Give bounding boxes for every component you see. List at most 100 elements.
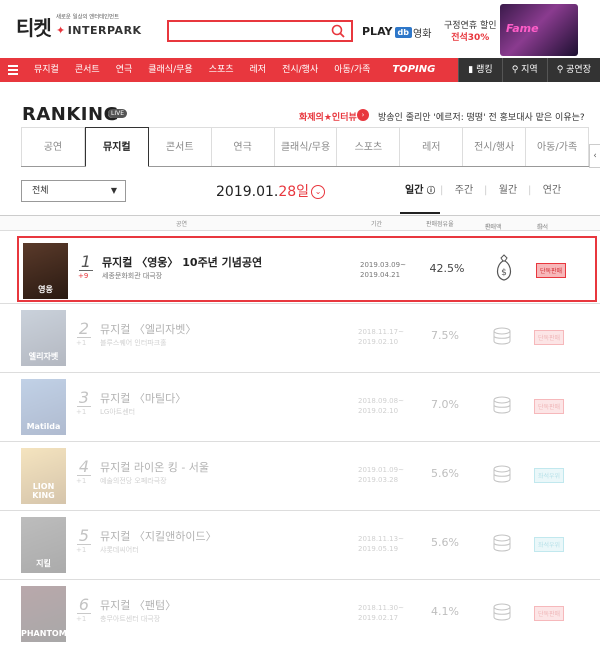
logo-text: 티켓 <box>16 16 52 40</box>
movie-link[interactable]: 영화 <box>413 25 431 40</box>
rank-underline <box>77 544 91 545</box>
nav-venue[interactable]: ⚲ 공연장 <box>546 58 600 82</box>
nav-item-sports[interactable]: 스포츠 <box>201 58 242 82</box>
search-icon[interactable] <box>331 24 345 38</box>
period-tab-yearly[interactable]: 연간 <box>528 182 574 214</box>
col-period: 기간 <box>371 221 383 228</box>
show-poster[interactable]: PHANTOM <box>21 586 66 642</box>
chevron-down-icon[interactable]: ⌄ <box>311 185 326 199</box>
info-icon: ⓘ <box>426 186 435 195</box>
show-period: 2018.11.17~ 2019.02.10 <box>358 328 404 346</box>
table-row[interactable]: 지킬 5 +1 뮤지컬 〈지킬앤하이드〉 샤롯데씨어터 2018.11.13~ 2019.0… <box>17 512 597 578</box>
tab-classic[interactable]: 클래식/무용 <box>274 127 338 166</box>
sales-share: 5.6% <box>431 536 459 549</box>
venue-name: 세종문화회관 대극장 <box>102 272 163 280</box>
venue-name: 예술의전당 오페라극장 <box>100 477 167 485</box>
show-period: 2018.09.08~ 2019.02.10 <box>358 397 404 415</box>
tab-performance[interactable]: 공연 <box>21 127 85 166</box>
dropdown-arrow-icon: ▼ <box>110 186 117 195</box>
show-poster[interactable]: 영웅 <box>23 243 68 299</box>
col-show: 공연 <box>176 221 188 228</box>
show-title[interactable]: 뮤지컬 〈팬텀〉 <box>100 597 176 613</box>
tab-play[interactable]: 연극 <box>211 127 275 166</box>
tab-leisure[interactable]: 레저 <box>400 127 464 166</box>
play-db-link[interactable]: PLAY db <box>362 25 412 38</box>
nav-ranking[interactable]: ▮ 랭킹 <box>458 58 501 82</box>
nav-item-toping[interactable]: TOPING <box>378 58 443 82</box>
location-pin-icon: ⚲ <box>511 65 522 75</box>
nav-item-kids[interactable]: 아동/가족 <box>326 58 378 82</box>
arrow-icon[interactable]: › <box>357 109 369 121</box>
bookmark-icon: ▮ <box>468 65 477 75</box>
promo-text[interactable]: 구정연휴 할인 전석30% <box>444 20 497 44</box>
coin-stack-icon <box>493 327 511 345</box>
table-row[interactable]: PHANTOM 6 +1 뮤지컬 〈팬텀〉 충무아트센터 대극장 2018.11.30~ 2… <box>17 581 597 647</box>
nav-region[interactable]: ⚲ 지역 <box>501 58 547 82</box>
sales-share: 42.5% <box>429 262 465 275</box>
nav-item-play[interactable]: 연극 <box>108 58 141 82</box>
tab-sports[interactable]: 스포츠 <box>337 127 401 166</box>
show-title[interactable]: 뮤지컬 〈엘리자벳〉 <box>100 321 196 337</box>
sales-share: 4.1% <box>431 605 459 618</box>
seat-badge[interactable]: 단독판매 <box>534 606 565 621</box>
nav-item-classic[interactable]: 클래식/무용 <box>140 58 200 82</box>
menu-icon[interactable] <box>0 58 26 82</box>
tab-concert[interactable]: 콘서트 <box>148 127 212 166</box>
tab-exhibition[interactable]: 전시/행사 <box>463 127 527 166</box>
period-tab-monthly[interactable]: 월간 <box>484 182 530 214</box>
sales-share: 7.5% <box>431 329 459 342</box>
hot-interview-label[interactable]: 화제의★인터뷰 <box>299 110 357 123</box>
rank-change: +9 <box>78 272 89 280</box>
period-tab-weekly[interactable]: 주간 <box>440 182 486 214</box>
chevron-left-icon[interactable]: ‹ <box>589 144 600 168</box>
show-period: 2018.11.30~ 2019.02.17 <box>358 604 404 622</box>
nav-item-concert[interactable]: 콘서트 <box>67 58 108 82</box>
rank-number: 5 <box>78 526 90 545</box>
rank-number: 4 <box>78 457 90 476</box>
nav-item-leisure[interactable]: 레저 <box>242 58 275 82</box>
live-badge: LIVE <box>108 109 128 118</box>
table-row[interactable]: 엘리자벳 2 +1 뮤지컬 〈엘리자벳〉 블루스퀘어 인터파크홀 2018.11.17~ 2… <box>17 305 597 371</box>
rank-underline <box>79 270 93 271</box>
seat-badge[interactable]: 단독판매 <box>536 263 567 278</box>
hot-interview-text[interactable]: 방송인 줄리안 '에르저: 떵떵' 전 홍보대사 맡은 이유는? <box>378 110 585 123</box>
show-poster[interactable]: Matilda <box>21 379 66 435</box>
show-poster[interactable]: LION KING <box>21 448 66 504</box>
show-title[interactable]: 뮤지컬 〈지킬앤하이드〉 <box>100 528 217 544</box>
table-row[interactable]: 영웅 1 +9 뮤지컬 〈영웅〉 10주년 기념공연 세종문화회관 대극장 2019.03… <box>17 236 597 302</box>
row-separator <box>0 441 600 442</box>
logo-tagline: 새로운 일상의 엔터테인먼트 <box>56 13 120 21</box>
coin-stack-icon <box>493 465 511 483</box>
nav-item-exhibition[interactable]: 전시/행사 <box>274 58 326 82</box>
venue-name: 샤롯데씨어터 <box>100 546 139 554</box>
rank-number: 1 <box>80 252 92 271</box>
tab-kids[interactable]: 아동/가족 <box>526 127 590 166</box>
period-tab-daily[interactable]: 일간 ⓘ <box>398 182 442 214</box>
category-select[interactable]: 전체 ▼ <box>21 180 126 202</box>
table-row[interactable]: Matilda 3 +1 뮤지컬 〈마틸다〉 LG아트센터 2018.09.08~ 2019… <box>17 374 597 440</box>
show-title[interactable]: 뮤지컬 〈영웅〉 10주년 기념공연 <box>102 254 262 270</box>
nav-item-musical[interactable]: 뮤지컬 <box>26 58 67 82</box>
table-row[interactable]: LION KING 4 +1 뮤지컬 라이온 킹 - 서울 예술의전당 오페라극장 201… <box>17 443 597 509</box>
genre-tabs: 공연 뮤지컬 콘서트 연극 클래식/무용 스포츠 레저 전시/행사 아동/가족 <box>21 127 590 167</box>
seat-badge[interactable]: 단독판매 <box>534 330 565 345</box>
show-poster[interactable]: 엘리자벳 <box>21 310 66 366</box>
rank-change: +1 <box>76 615 87 623</box>
venue-name: 블루스퀘어 인터파크홀 <box>100 339 167 347</box>
col-share: 판매점유율 <box>426 221 454 228</box>
money-bag-icon: $ <box>496 254 512 281</box>
seat-badge[interactable]: 단독판매 <box>534 399 565 414</box>
seat-badge[interactable]: 좌석우위 <box>534 537 565 552</box>
venue-name: 충무아트센터 대극장 <box>100 615 161 623</box>
svg-text:$: $ <box>501 268 507 278</box>
search-input[interactable] <box>167 20 353 42</box>
seat-badge[interactable]: 좌석우위 <box>534 468 565 483</box>
tab-musical[interactable]: 뮤지컬 <box>84 127 149 167</box>
show-poster[interactable]: 지킬 <box>21 517 66 573</box>
promo-banner-image[interactable]: Fame <box>500 4 578 56</box>
coin-stack-icon <box>493 396 511 414</box>
rank-number: 2 <box>78 319 90 338</box>
interpark-ticket-logo[interactable]: 티켓 새로운 일상의 엔터테인먼트 ✦ INTERPARK <box>16 10 141 46</box>
show-title[interactable]: 뮤지컬 〈마틸다〉 <box>100 390 186 406</box>
show-title[interactable]: 뮤지컬 라이온 킹 - 서울 <box>100 459 209 475</box>
